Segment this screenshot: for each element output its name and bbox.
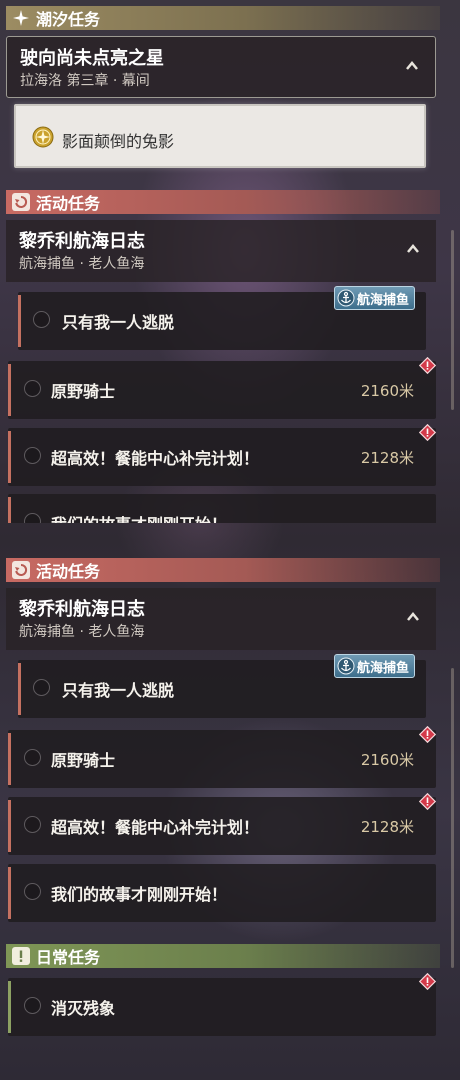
- accent-bar: [8, 733, 11, 785]
- quest-label: 我们的故事才刚刚开始！: [51, 511, 227, 523]
- quest-status-circle: [24, 447, 41, 464]
- selected-quest-item[interactable]: 影面颠倒的兔影: [14, 104, 426, 168]
- warning-icon: [419, 726, 436, 743]
- accent-bar: [18, 663, 21, 715]
- accent-bar: [8, 431, 11, 483]
- scrollbar[interactable]: [451, 668, 454, 968]
- tide-quest-header[interactable]: 潮汐任务: [6, 6, 440, 30]
- quest-item[interactable]: 我们的故事才刚刚开始！: [8, 864, 436, 922]
- quest-status-circle: [24, 513, 41, 523]
- header-label: 活动任务: [36, 194, 101, 213]
- quest-distance: 2160米: [360, 751, 414, 769]
- scrollbar[interactable]: [451, 230, 454, 410]
- quest-distance: 2128米: [360, 449, 414, 467]
- accent-bar: [18, 295, 21, 347]
- quest-label: 原野骑士: [51, 751, 116, 770]
- fishing-tag: 航海捕鱼: [334, 286, 416, 310]
- quest-label: 超高效！餐能中心补完计划！: [51, 449, 260, 468]
- accent-bar: [8, 981, 11, 1033]
- quest-group-activity[interactable]: 黎乔利航海日志 航海捕鱼 · 老人鱼海: [6, 220, 436, 282]
- warning-icon: [419, 973, 436, 990]
- anchor-icon: [337, 657, 355, 675]
- warning-icon: [419, 424, 436, 441]
- daily-quest-header[interactable]: 日常任务: [6, 944, 440, 968]
- quest-group-title: 黎乔利航海日志: [19, 599, 145, 620]
- quest-item[interactable]: 超高效！餐能中心补完计划！ 2128米: [8, 428, 436, 486]
- activity-quest-header[interactable]: 活动任务: [6, 558, 440, 582]
- header-label: 日常任务: [36, 948, 101, 967]
- quest-item[interactable]: 我们的故事才刚刚开始！: [8, 494, 436, 523]
- activity-quest-header[interactable]: 活动任务: [6, 190, 440, 214]
- exclamation-icon: [12, 947, 30, 965]
- quest-label: 影面颠倒的兔影: [62, 132, 175, 151]
- quest-status-circle: [33, 311, 50, 328]
- accent-bar: [8, 364, 11, 416]
- warning-icon: [419, 357, 436, 374]
- sparkle-icon: [12, 9, 30, 27]
- quest-label: 我们的故事才刚刚开始！: [51, 885, 228, 904]
- quest-distance: 2128米: [360, 818, 414, 836]
- quest-label: 超高效！餐能中心补完计划！: [51, 818, 260, 837]
- quest-group-activity[interactable]: 黎乔利航海日志 航海捕鱼 · 老人鱼海: [6, 588, 436, 650]
- quest-status-circle: [24, 883, 41, 900]
- chevron-up-icon[interactable]: [405, 59, 419, 73]
- chevron-up-icon[interactable]: [406, 610, 420, 624]
- tag-label: 航海捕鱼: [357, 660, 410, 676]
- quest-group-subtitle: 航海捕鱼 · 老人鱼海: [19, 624, 145, 640]
- header-label: 活动任务: [36, 562, 101, 581]
- tag-label: 航海捕鱼: [357, 292, 410, 308]
- quest-tracker-panel-bottom: 活动任务 黎乔利航海日志 航海捕鱼 · 老人鱼海 只有我一人逃脱 航海捕鱼 原野…: [0, 548, 460, 1080]
- quest-status-circle: [24, 816, 41, 833]
- quest-group-subtitle: 航海捕鱼 · 老人鱼海: [19, 256, 145, 272]
- quest-item[interactable]: 原野骑士 2160米: [8, 730, 436, 788]
- quest-status-circle: [24, 749, 41, 766]
- accent-bar: [8, 867, 11, 919]
- quest-label: 消灭残象: [51, 999, 116, 1018]
- accent-bar: [8, 497, 11, 523]
- fishing-tag: 航海捕鱼: [334, 654, 416, 678]
- quest-group-subtitle: 拉海洛 第三章 · 幕间: [20, 73, 150, 89]
- quest-item[interactable]: 原野骑士 2160米: [8, 361, 436, 419]
- quest-label: 原野骑士: [51, 382, 116, 401]
- quest-tracker-panel-top: 潮汐任务 驶向尚未点亮之星 拉海洛 第三章 · 幕间 影面颠倒的兔影 活动任务 …: [0, 0, 460, 523]
- warning-icon: [419, 793, 436, 810]
- quest-label: 只有我一人逃脱: [62, 313, 175, 332]
- quest-status-circle: [33, 679, 50, 696]
- quest-item[interactable]: 消灭残象: [8, 978, 436, 1036]
- quest-status-circle: [24, 380, 41, 397]
- quest-distance: 2160米: [360, 382, 414, 400]
- quest-group-title: 驶向尚未点亮之星: [20, 48, 164, 69]
- accent-bar: [8, 800, 11, 852]
- chevron-up-icon[interactable]: [406, 242, 420, 256]
- activity-quest-icon: [12, 193, 30, 211]
- quest-item[interactable]: 超高效！餐能中心补完计划！ 2128米: [8, 797, 436, 855]
- quest-status-circle: [24, 997, 41, 1014]
- anchor-icon: [337, 289, 355, 307]
- header-label: 潮汐任务: [36, 10, 101, 29]
- quest-group-tide[interactable]: 驶向尚未点亮之星 拉海洛 第三章 · 幕间: [6, 36, 436, 98]
- compass-star-icon: [32, 126, 54, 148]
- activity-quest-icon: [12, 561, 30, 579]
- quest-group-title: 黎乔利航海日志: [19, 231, 145, 252]
- quest-label: 只有我一人逃脱: [62, 681, 175, 700]
